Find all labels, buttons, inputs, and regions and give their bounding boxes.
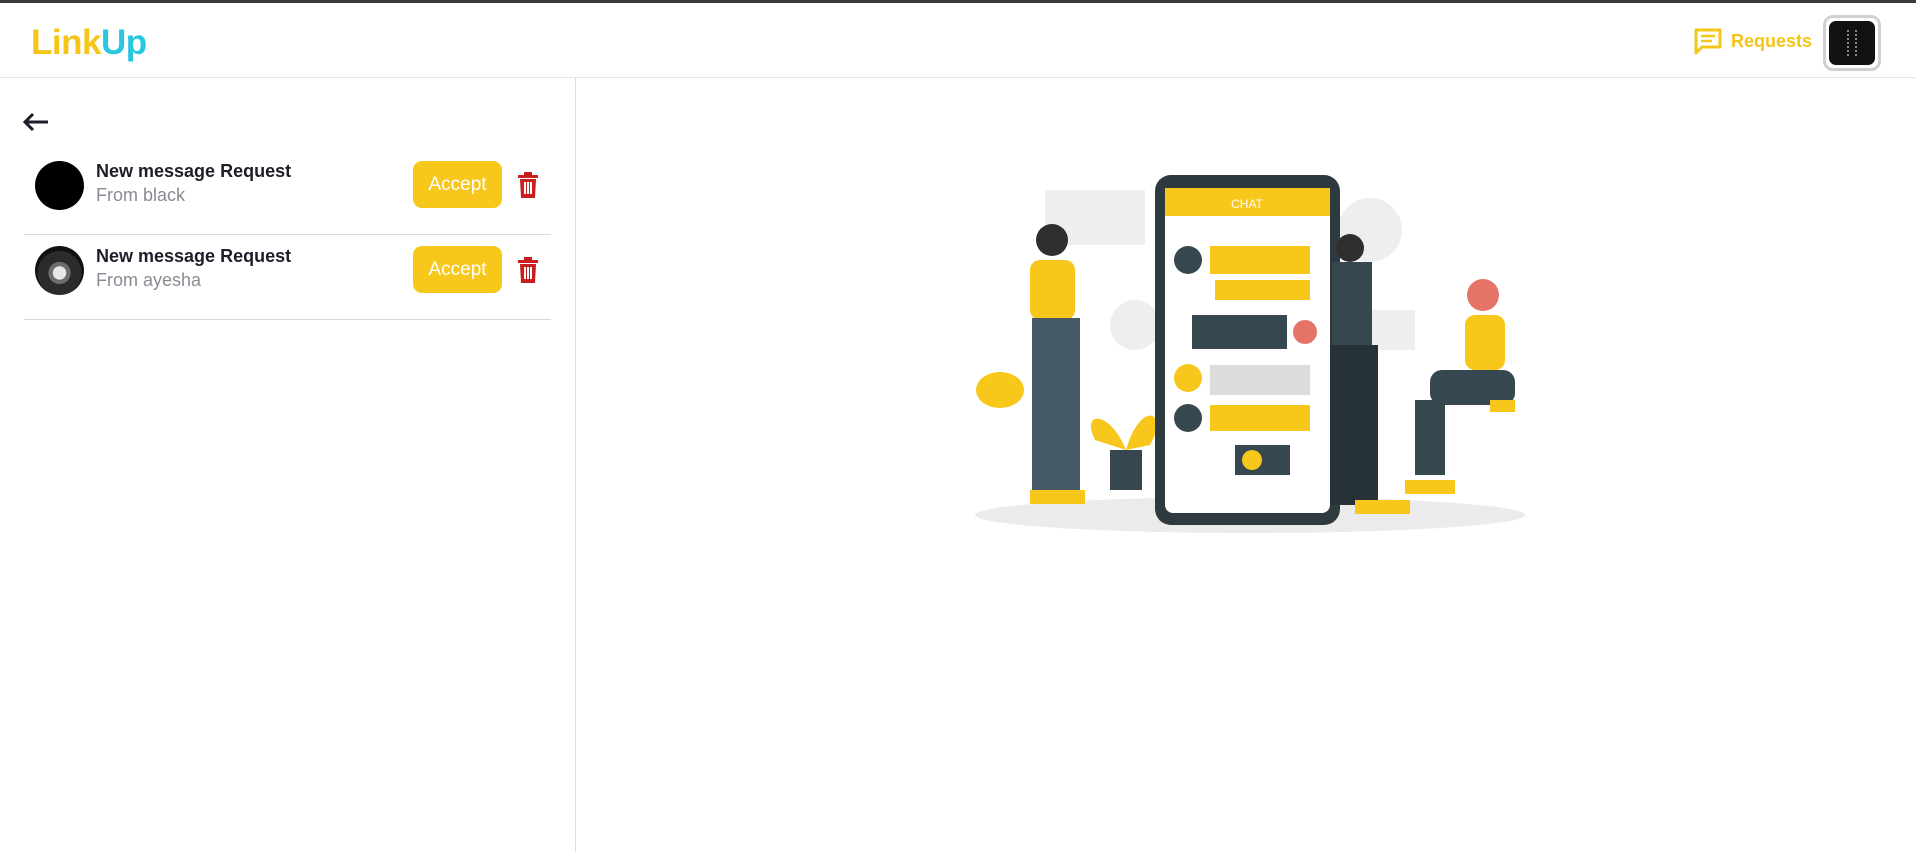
request-title: New message Request: [96, 161, 292, 181]
chat-bubble-icon: [1694, 28, 1722, 55]
profile-avatar[interactable]: [1823, 15, 1881, 71]
trash-icon[interactable]: [516, 257, 540, 283]
request-item: New message Request From black Accept: [24, 150, 551, 235]
requests-link[interactable]: Requests: [1693, 27, 1812, 55]
logo-part-up: Up: [100, 23, 147, 62]
avatar: [35, 246, 84, 295]
avatar: [35, 161, 84, 210]
accept-button[interactable]: Accept: [413, 246, 502, 293]
chat-illustration: CHAT: [975, 175, 1525, 533]
phone-chat-header: CHAT: [1231, 197, 1263, 211]
logo-part-link: Link: [31, 23, 101, 62]
request-sender: From ayesha: [96, 270, 202, 290]
accept-button[interactable]: Accept: [413, 161, 502, 208]
request-title: New message Request: [96, 246, 292, 266]
request-item: New message Request From ayesha Accept: [24, 235, 551, 320]
app-logo[interactable]: LinkUp: [31, 23, 147, 63]
trash-icon[interactable]: [516, 172, 540, 198]
request-list: New message Request From black Accept Ne…: [24, 150, 551, 320]
requests-label: Requests: [1731, 30, 1813, 51]
arrow-left-icon[interactable]: [22, 112, 50, 132]
request-sender: From black: [96, 185, 186, 205]
app-header: LinkUp Requests: [0, 3, 1916, 78]
requests-sidebar: New message Request From black Accept Ne…: [0, 78, 576, 852]
